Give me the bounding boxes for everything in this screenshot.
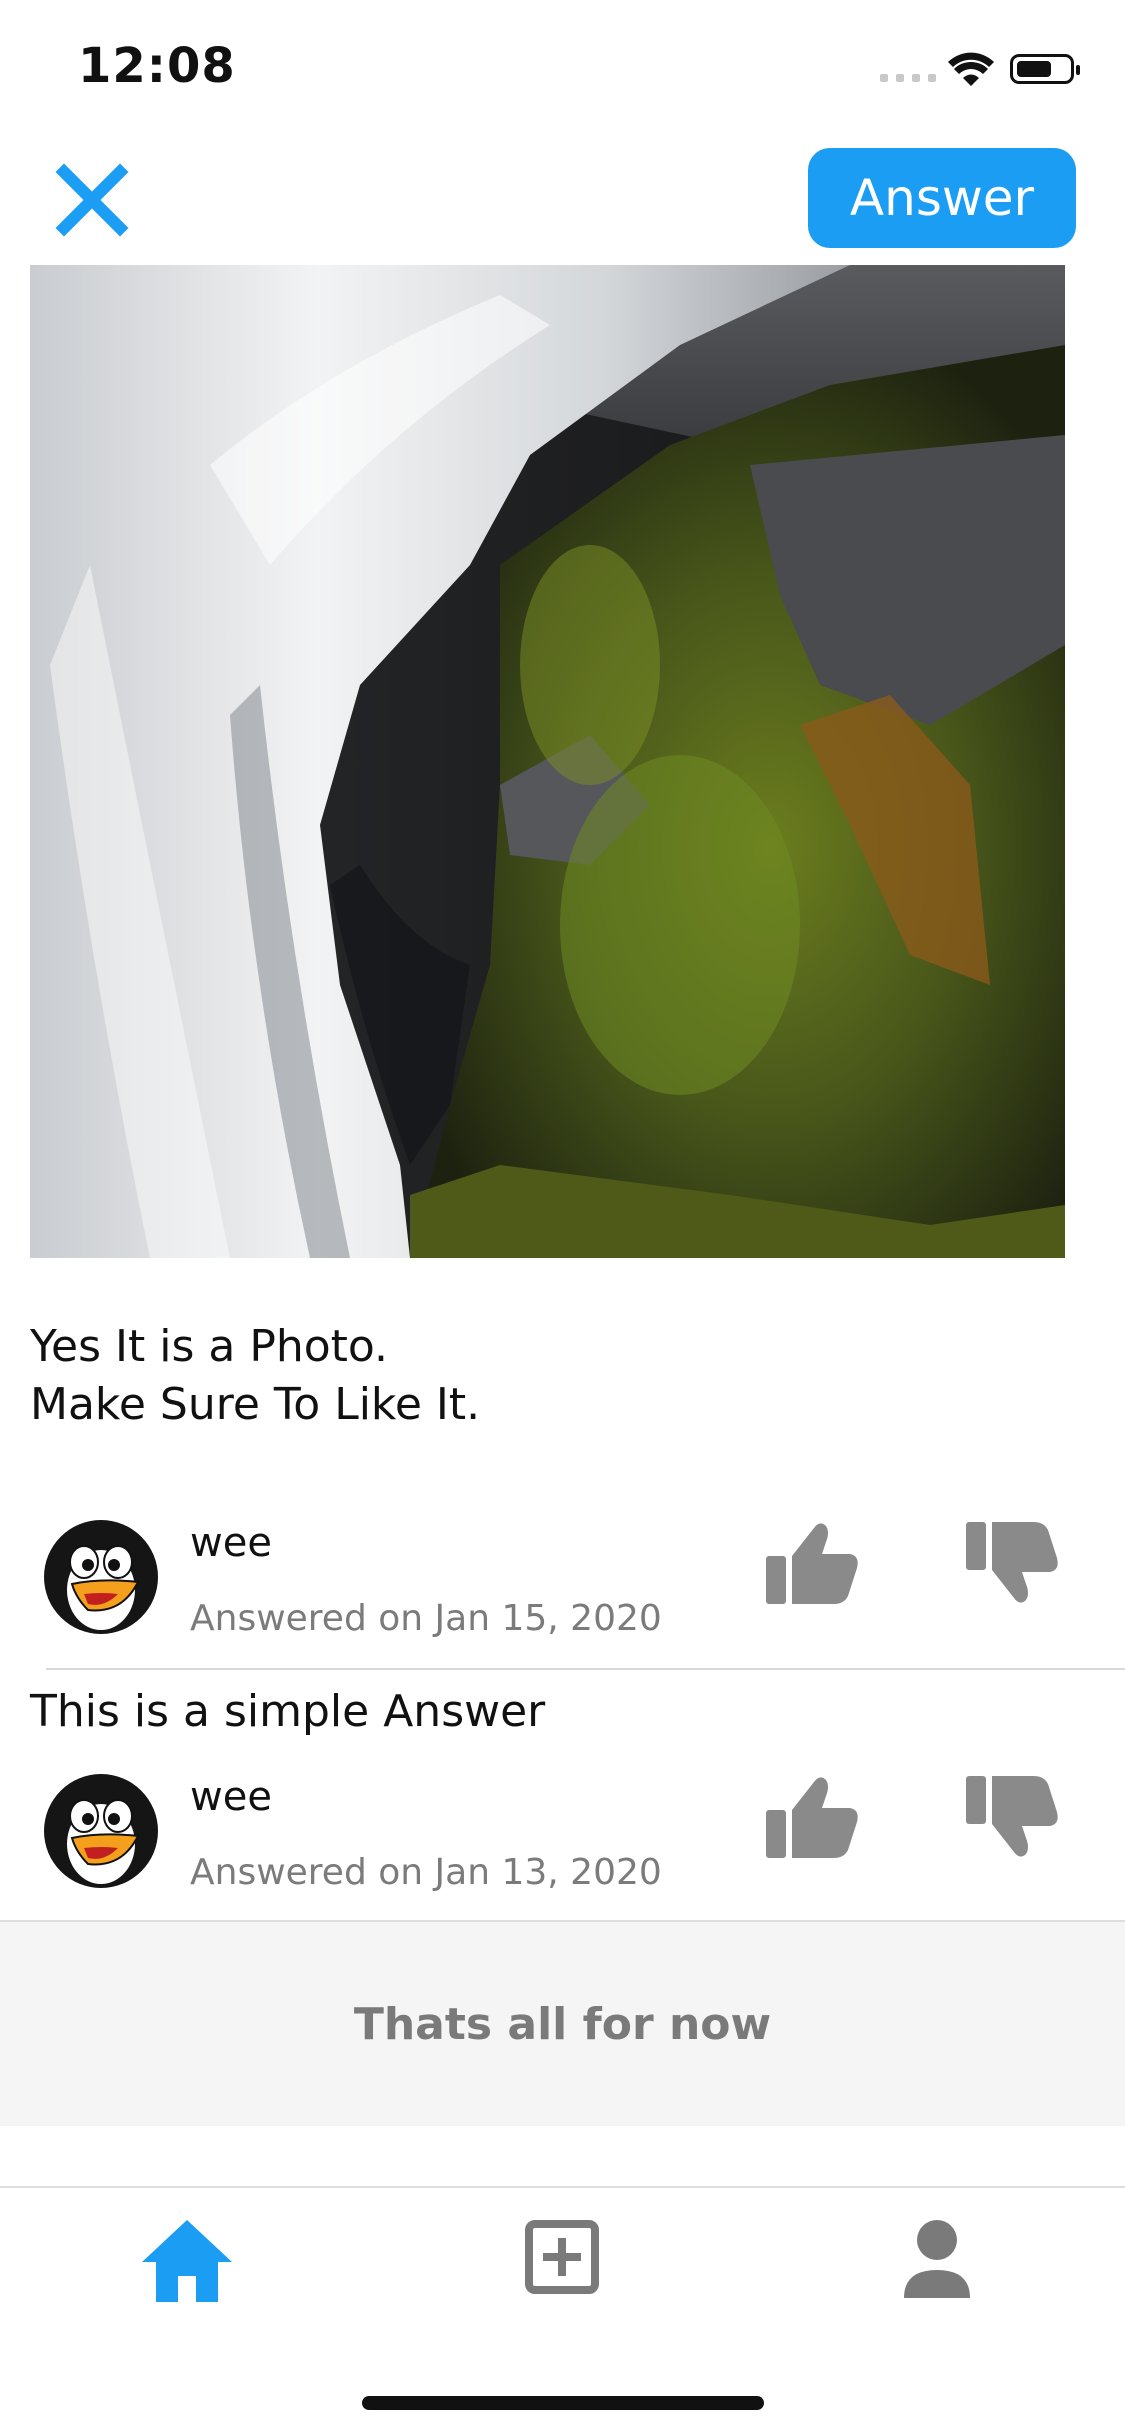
thumbs-down-icon[interactable] — [962, 1518, 1062, 1608]
answer-author[interactable]: wee — [190, 1520, 272, 1566]
post-photo — [30, 265, 1065, 1258]
answer-date: Answered on Jan 13, 2020 — [190, 1852, 662, 1893]
post-text-line-2: Make Sure To Like It. — [30, 1379, 481, 1430]
battery-icon — [1010, 54, 1080, 84]
person-icon[interactable] — [882, 2210, 992, 2310]
answer-button[interactable]: Answer — [808, 148, 1076, 248]
thumbs-up-icon[interactable] — [762, 1518, 862, 1608]
close-icon[interactable] — [52, 160, 132, 240]
status-time: 12:08 — [78, 38, 236, 94]
avatar[interactable] — [42, 1518, 160, 1636]
end-of-list-panel: Thats all for now — [0, 1922, 1125, 2126]
avatar[interactable] — [42, 1772, 160, 1890]
home-indicator[interactable] — [362, 2396, 764, 2410]
end-of-list-text: Thats all for now — [353, 1998, 772, 2050]
post-text-line-1: Yes It is a Photo. — [30, 1321, 389, 1372]
home-icon[interactable] — [132, 2210, 242, 2310]
post-text: Yes It is a Photo. Make Sure To Like It. — [30, 1318, 480, 1434]
add-box-icon[interactable] — [507, 2210, 617, 2310]
tabbar-divider — [0, 2186, 1125, 2188]
thumbs-up-icon[interactable] — [762, 1772, 862, 1862]
answer-date: Answered on Jan 15, 2020 — [190, 1598, 662, 1639]
wifi-icon — [948, 52, 994, 86]
divider — [46, 1668, 1125, 1670]
thumbs-down-icon[interactable] — [962, 1772, 1062, 1862]
signal-icon — [880, 74, 936, 82]
answer-author[interactable]: wee — [190, 1774, 272, 1820]
answer-text: This is a simple Answer — [30, 1686, 546, 1737]
